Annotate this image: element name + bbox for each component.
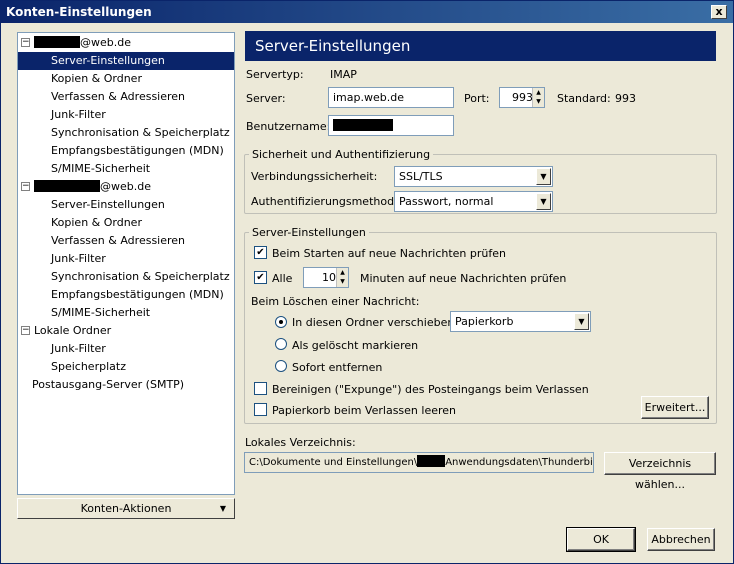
check-every-checkbox[interactable]: ✔ — [254, 271, 267, 284]
server-input[interactable]: imap.web.de — [328, 87, 454, 108]
tree-smtp[interactable]: Postausgang-Server (SMTP) — [32, 376, 184, 394]
port-label: Port: — [464, 92, 490, 105]
account-2-suffix: @web.de — [100, 180, 151, 193]
auth-method-value: Passwort, normal — [399, 195, 494, 208]
on-delete-label: Beim Löschen einer Nachricht: — [251, 295, 420, 308]
check-every-label: Alle — [272, 272, 293, 285]
tree-item-sync-2[interactable]: Synchronisation & Speicherplatz — [51, 268, 230, 286]
tree-item-compose-1[interactable]: Verfassen & Adressieren — [51, 88, 185, 106]
server-type-value: IMAP — [330, 68, 357, 81]
tree-item-mdn-2[interactable]: Empfangsbestätigungen (MDN) — [51, 286, 224, 304]
cancel-button[interactable]: Abbrechen — [647, 528, 715, 551]
ok-button[interactable]: OK — [566, 527, 636, 552]
port-input[interactable]: 993 ▲ ▼ — [499, 87, 545, 108]
local-dir-suffix: Anwendungsdaten\Thunderbird\ — [445, 457, 594, 468]
collapse-icon[interactable]: − — [21, 326, 30, 335]
chevron-down-icon[interactable]: ▼ — [574, 313, 589, 330]
chevron-down-icon[interactable]: ▼ — [536, 193, 551, 210]
redacted-username — [333, 119, 393, 131]
port-value: 993 — [512, 91, 533, 104]
username-label: Benutzername: — [246, 120, 331, 133]
trash-folder-value: Papierkorb — [455, 315, 514, 328]
server-label: Server: — [246, 92, 286, 105]
tree-item-junk-local[interactable]: Junk-Filter — [51, 340, 106, 358]
expunge-label: Bereinigen ("Expunge") des Posteingangs … — [272, 383, 589, 396]
security-legend: Sicherheit und Authentifizierung — [249, 148, 434, 161]
standard-label: Standard: — [557, 92, 611, 105]
local-dir-prefix: C:\Dokumente und Einstellungen\ — [249, 457, 418, 468]
tree-item-copies-1[interactable]: Kopien & Ordner — [51, 70, 142, 88]
spin-up-icon[interactable]: ▲ — [533, 88, 544, 97]
tree-item-copies-2[interactable]: Kopien & Ordner — [51, 214, 142, 232]
dropdown-arrow-icon: ▼ — [219, 504, 226, 513]
tree-item-server-settings-1[interactable]: Server-Einstellungen — [18, 52, 234, 70]
window-title: Konten-Einstellungen — [6, 5, 152, 19]
tree-item-junk-2[interactable]: Junk-Filter — [51, 250, 106, 268]
remove-immediately-label: Sofort entfernen — [292, 361, 383, 374]
account-tree[interactable]: − @web.de Server-Einstellungen Kopien & … — [17, 32, 235, 495]
choose-directory-button[interactable]: Verzeichnis wählen... — [604, 452, 716, 491]
mark-deleted-radio[interactable] — [275, 338, 287, 350]
page-title: Server-Einstellungen — [245, 31, 716, 61]
tree-item-compose-2[interactable]: Verfassen & Adressieren — [51, 232, 185, 250]
local-dir-label: Lokales Verzeichnis: — [245, 436, 356, 449]
username-input[interactable] — [328, 115, 454, 136]
tree-account-1[interactable]: − @web.de — [18, 34, 234, 52]
expunge-checkbox[interactable] — [254, 382, 267, 395]
local-dir-input[interactable]: C:\Dokumente und Einstellungen\ Anwendung… — [244, 452, 594, 473]
redacted-username — [34, 36, 80, 48]
port-spinner[interactable]: ▲ ▼ — [532, 88, 544, 107]
tree-account-2[interactable]: − @web.de — [18, 178, 234, 196]
tree-item-junk-1[interactable]: Junk-Filter — [51, 106, 106, 124]
auth-method-select[interactable]: Passwort, normal ▼ — [394, 191, 553, 212]
mark-deleted-label: Als gelöscht markieren — [292, 339, 419, 352]
check-startup-label: Beim Starten auf neue Nachrichten prüfen — [272, 247, 506, 260]
move-to-folder-radio[interactable] — [275, 316, 287, 328]
redacted-username — [417, 455, 446, 467]
account-actions-button[interactable]: Konten-Aktionen ▼ — [17, 498, 235, 519]
spin-down-icon[interactable]: ▼ — [533, 97, 544, 106]
connection-security-label: Verbindungssicherheit: — [251, 170, 378, 183]
tree-item-smime-2[interactable]: S/MIME-Sicherheit — [51, 304, 150, 322]
collapse-icon[interactable]: − — [21, 182, 30, 191]
spin-up-icon[interactable]: ▲ — [337, 268, 348, 277]
standard-value: 993 — [615, 92, 636, 105]
account-1-suffix: @web.de — [80, 36, 131, 49]
empty-trash-label: Papierkorb beim Verlassen leeren — [272, 404, 457, 417]
tree-item-sync-1[interactable]: Synchronisation & Speicherplatz — [51, 124, 230, 142]
auth-method-label: Authentifizierungsmethode: — [251, 195, 405, 208]
check-startup-checkbox[interactable]: ✔ — [254, 246, 267, 259]
minutes-spinner[interactable]: ▲ ▼ — [336, 268, 348, 287]
chevron-down-icon[interactable]: ▼ — [536, 168, 551, 185]
empty-trash-checkbox[interactable] — [254, 403, 267, 416]
server-settings-legend: Server-Einstellungen — [249, 226, 369, 239]
connection-security-value: SSL/TLS — [399, 170, 443, 183]
advanced-button[interactable]: Erweitert... — [641, 396, 709, 419]
server-type-label: Servertyp: — [246, 68, 304, 81]
tree-item-server-settings-2[interactable]: Server-Einstellungen — [51, 196, 165, 214]
minutes-label: Minuten auf neue Nachrichten prüfen — [360, 272, 567, 285]
close-icon[interactable]: x — [711, 5, 727, 19]
account-actions-label: Konten-Aktionen — [80, 502, 172, 515]
trash-folder-select[interactable]: Papierkorb ▼ — [450, 311, 591, 332]
minutes-value: 10 — [322, 271, 336, 284]
redacted-username — [34, 180, 100, 192]
connection-security-select[interactable]: SSL/TLS ▼ — [394, 166, 553, 187]
local-folders-label: Lokale Ordner — [34, 324, 112, 337]
tree-item-mdn-1[interactable]: Empfangsbestätigungen (MDN) — [51, 142, 224, 160]
tree-local-folders[interactable]: − Lokale Ordner — [18, 322, 234, 340]
dialog-window: Konten-Einstellungen x − @web.de Server-… — [0, 0, 734, 564]
tree-item-smime-1[interactable]: S/MIME-Sicherheit — [51, 160, 150, 178]
minutes-input[interactable]: 10 ▲ ▼ — [303, 267, 349, 288]
move-to-folder-label: In diesen Ordner verschieben: — [292, 316, 459, 329]
collapse-icon[interactable]: − — [21, 38, 30, 47]
tree-item-storage-local[interactable]: Speicherplatz — [51, 358, 126, 376]
spin-down-icon[interactable]: ▼ — [337, 277, 348, 286]
remove-immediately-radio[interactable] — [275, 360, 287, 372]
title-bar: Konten-Einstellungen x — [1, 1, 733, 23]
